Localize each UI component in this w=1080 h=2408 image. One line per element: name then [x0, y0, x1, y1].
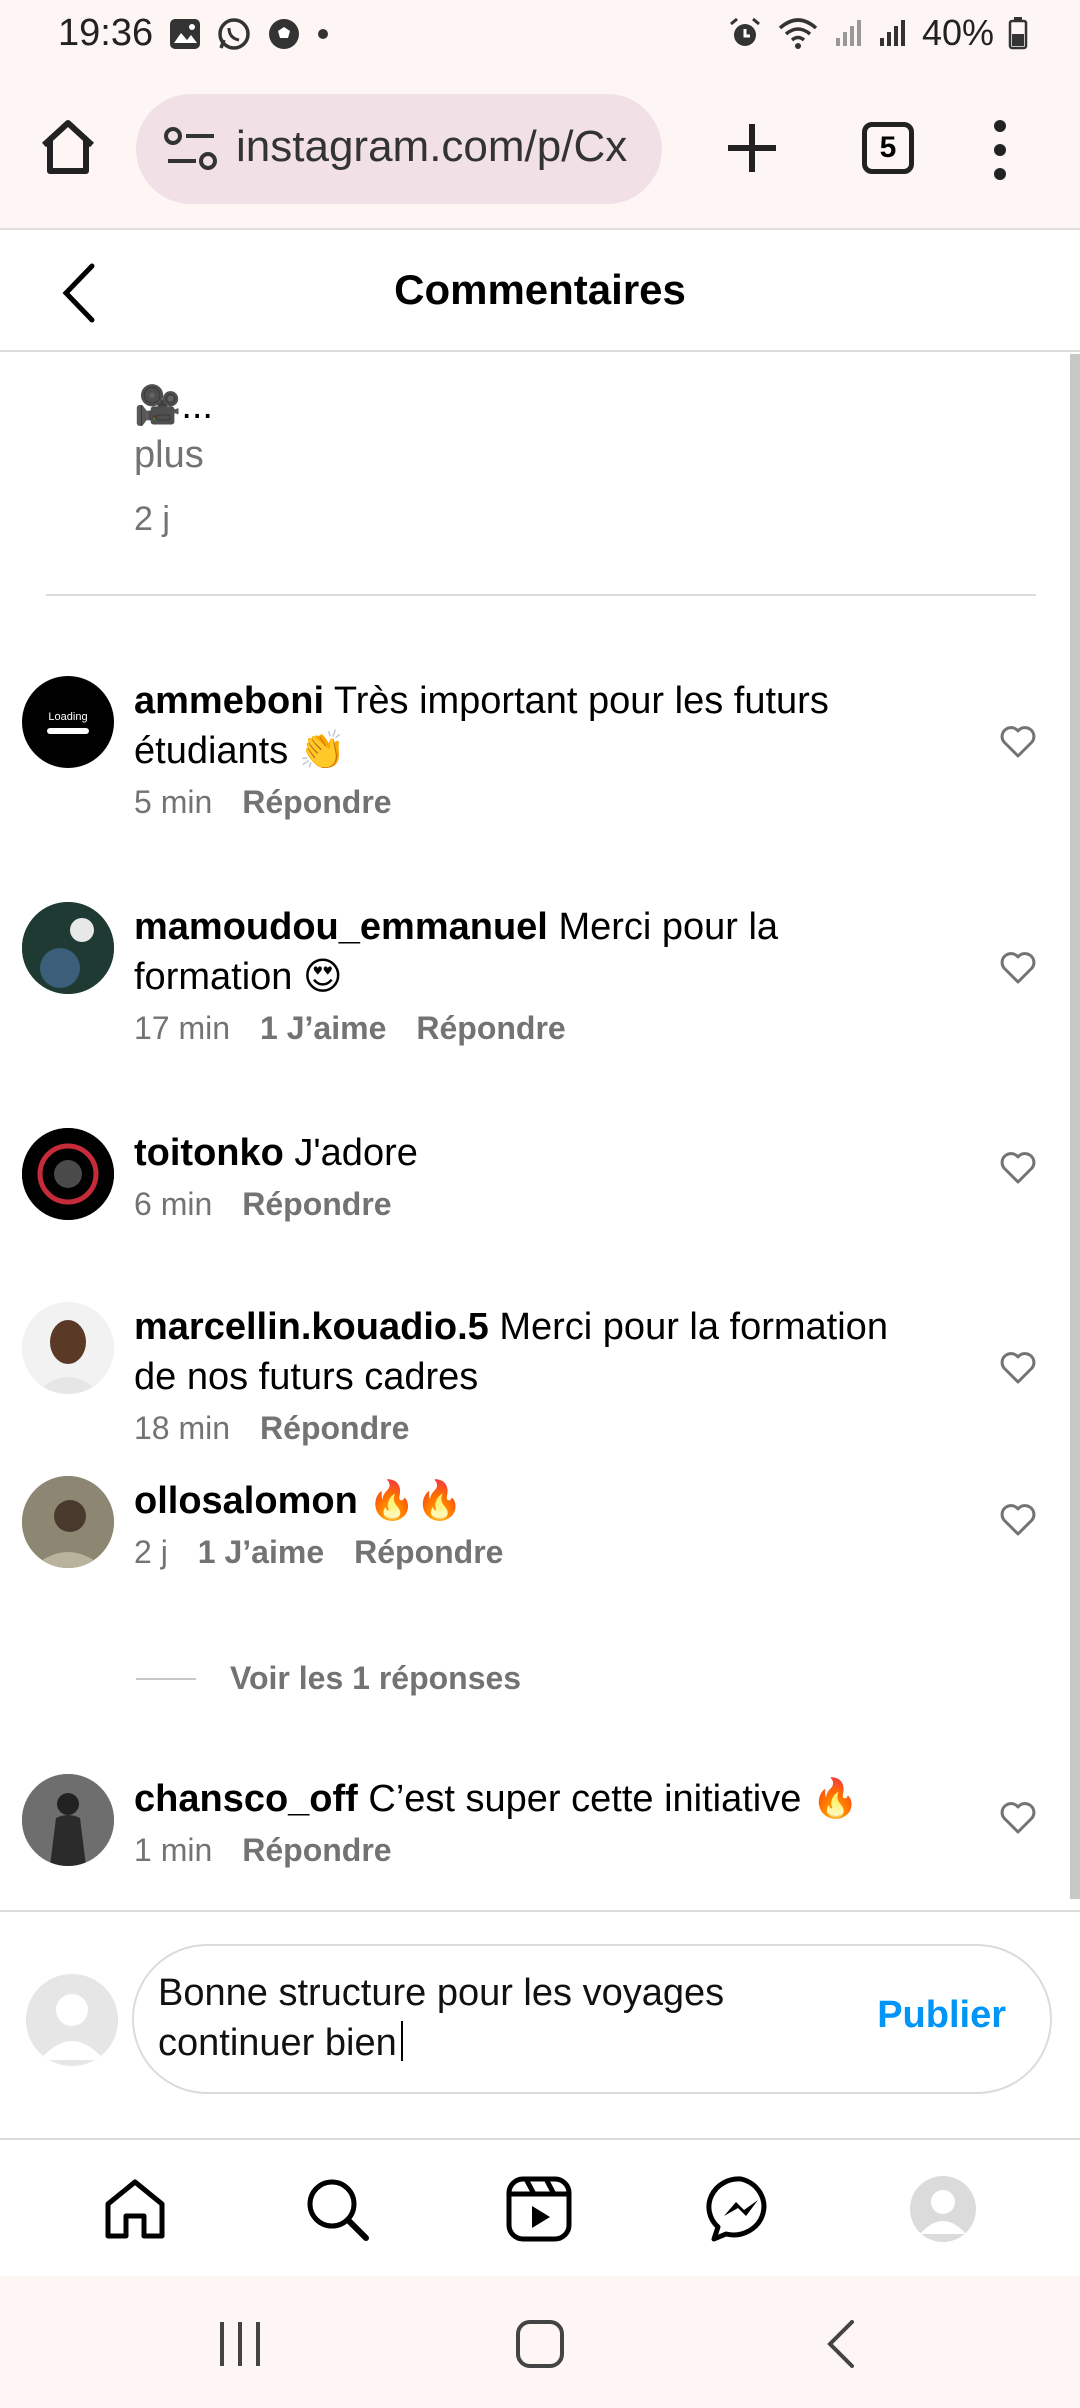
comment-time: 5 min	[134, 784, 213, 820]
home-icon[interactable]	[100, 2174, 170, 2244]
status-bar: 19:36 40%	[0, 0, 1080, 70]
reels-icon[interactable]	[504, 2174, 574, 2244]
soccer-ball-icon	[269, 19, 299, 49]
avatar[interactable]	[22, 902, 114, 994]
comment-username[interactable]: toitonko	[134, 1132, 284, 1174]
heart-icon[interactable]	[1000, 1802, 1036, 1834]
comment-username[interactable]: ammeboni	[134, 680, 324, 722]
heart-icon[interactable]	[1000, 1152, 1036, 1184]
alarm-icon	[729, 17, 760, 46]
avatar[interactable]	[22, 1302, 114, 1394]
comment-username[interactable]: marcellin.kouadio.5	[134, 1306, 489, 1348]
home-button-icon[interactable]	[512, 2316, 568, 2372]
comment-username[interactable]: chansco_off	[134, 1778, 358, 1820]
avatar	[26, 1974, 118, 2066]
profile-avatar-icon[interactable]	[908, 2174, 978, 2244]
likes-count[interactable]: 1 J’aime	[198, 1534, 324, 1571]
divider	[46, 594, 1036, 596]
battery-icon	[1008, 17, 1028, 50]
comment-username[interactable]: ollosalomon	[134, 1480, 358, 1522]
site-settings-icon[interactable]	[164, 126, 218, 172]
search-icon[interactable]	[302, 2174, 372, 2244]
view-replies-button[interactable]: Voir les 1 réponses	[136, 1660, 521, 1697]
comment-time: 6 min	[134, 1186, 213, 1222]
comment-time: 2 j	[134, 1534, 168, 1570]
whatsapp-icon	[218, 18, 250, 50]
avatar[interactable]: Loading	[22, 676, 114, 768]
avatar[interactable]	[22, 1774, 114, 1866]
text-cursor	[400, 2021, 403, 2061]
comments-list[interactable]: 🎥... plus 2 j Loading ammeboni Très impo…	[0, 354, 1080, 1909]
comment-time: 1 min	[134, 1832, 213, 1868]
reply-button[interactable]: Répondre	[354, 1534, 503, 1571]
recent-apps-icon[interactable]	[212, 2316, 268, 2372]
reply-button[interactable]: Répondre	[260, 1410, 409, 1447]
comment-text: J'adore	[294, 1132, 418, 1174]
dot-icon	[318, 29, 328, 39]
more-vert-icon[interactable]	[990, 118, 1010, 182]
back-icon[interactable]	[814, 2316, 870, 2372]
tab-switcher-button[interactable]: 5	[862, 122, 914, 174]
avatar[interactable]	[22, 1128, 114, 1220]
url-text[interactable]: instagram.com/p/Cx	[236, 122, 646, 172]
svg-text:Loading: Loading	[48, 711, 87, 723]
comment-composer: Bonne structure pour les voyages continu…	[0, 1910, 1080, 2138]
view-replies-label[interactable]: Voir les 1 réponses	[230, 1660, 521, 1697]
scrollbar[interactable]	[1070, 354, 1080, 1899]
comments-header: Commentaires	[0, 232, 1080, 352]
reply-button[interactable]: Répondre	[242, 784, 391, 821]
status-time: 19:36	[58, 12, 154, 54]
publish-button[interactable]: Publier	[877, 1994, 1006, 2037]
caption-more-link[interactable]: plus	[134, 434, 204, 477]
signal-icon	[835, 20, 861, 46]
new-tab-icon[interactable]	[724, 120, 780, 176]
browser-toolbar: instagram.com/p/Cx 5	[0, 70, 1080, 230]
comment-input-text[interactable]: Bonne structure pour les voyages continu…	[158, 1972, 724, 2064]
replies-line	[136, 1677, 196, 1680]
reply-button[interactable]: Répondre	[416, 1010, 565, 1047]
address-bar[interactable]: instagram.com/p/Cx	[136, 94, 662, 204]
comment-text: C’est super cette initiative 🔥	[368, 1778, 860, 1820]
reply-button[interactable]: Répondre	[242, 1832, 391, 1869]
comment-input[interactable]: Bonne structure pour les voyages continu…	[132, 1944, 1052, 2094]
caption-text: 🎥...	[134, 385, 213, 427]
home-icon[interactable]	[36, 115, 100, 179]
battery-percent: 40%	[921, 12, 994, 53]
comment-time: 18 min	[134, 1410, 231, 1446]
messenger-icon[interactable]	[706, 2174, 776, 2244]
avatar[interactable]	[22, 1476, 114, 1568]
system-navigation-bar	[0, 2276, 1080, 2408]
heart-icon[interactable]	[1000, 1504, 1036, 1536]
heart-icon[interactable]	[1000, 952, 1036, 984]
heart-icon[interactable]	[1000, 726, 1036, 758]
likes-count[interactable]: 1 J’aime	[260, 1010, 386, 1047]
comment-username[interactable]: mamoudou_emmanuel	[134, 906, 548, 948]
comment-text: 🔥🔥	[368, 1480, 463, 1522]
gallery-icon	[170, 19, 200, 49]
signal-icon	[879, 20, 905, 46]
heart-icon[interactable]	[1000, 1352, 1036, 1384]
bottom-navigation	[0, 2138, 1080, 2276]
page-title: Commentaires	[394, 266, 686, 313]
caption-time: 2 j	[134, 500, 170, 538]
comment-time: 17 min	[134, 1010, 231, 1046]
wifi-icon	[778, 18, 818, 49]
reply-button[interactable]: Répondre	[242, 1186, 391, 1223]
